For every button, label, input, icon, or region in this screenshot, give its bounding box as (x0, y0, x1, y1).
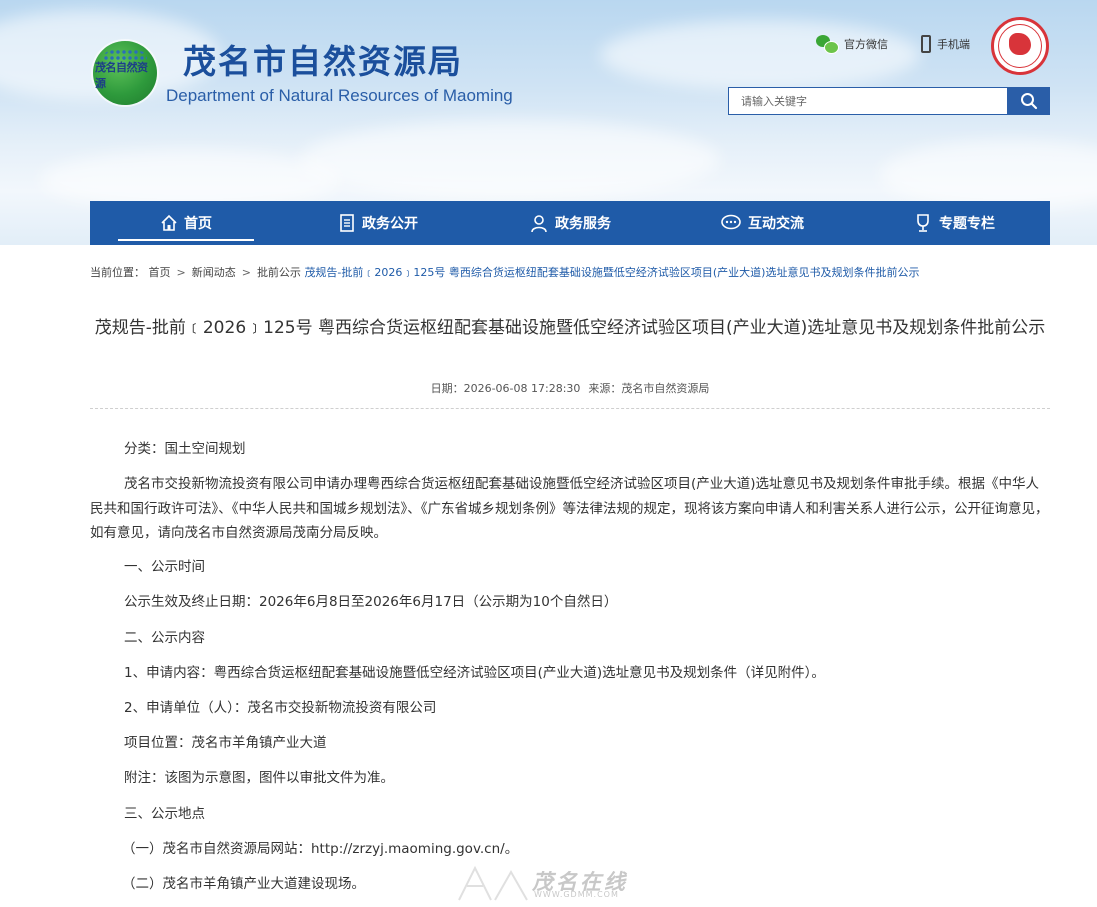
wechat-link[interactable]: 官方微信 (816, 35, 888, 54)
service-person-icon (529, 213, 549, 233)
nav-gov-affairs[interactable]: 政务公开 (282, 201, 474, 245)
nav-label: 政务公开 (362, 216, 418, 232)
site-logo[interactable]: 茂名自然资源 (93, 41, 157, 105)
city-emblem (991, 17, 1049, 75)
article-paragraph: 公示生效及终止日期：2026年6月8日至2026年6月17日（公示期为10个自然… (124, 594, 618, 610)
section-heading: 一、公示时间 (124, 559, 205, 575)
article-paragraph: 项目位置：茂名市羊角镇产业大道 (124, 735, 327, 751)
nav-gov-service[interactable]: 政务服务 (474, 201, 666, 245)
breadcrumb-current[interactable]: 茂规告-批前﹝2026﹞125号 粤西综合货运枢纽配套基础设施暨低空经济试验区项… (304, 266, 919, 279)
site-subtitle: Department of Natural Resources of Maomi… (166, 86, 513, 105)
nav-home[interactable]: 首页 (90, 201, 282, 245)
trophy-icon (913, 213, 933, 233)
article-paragraph: 2、申请单位（人）：茂名市交投新物流投资有限公司 (124, 700, 437, 716)
mobile-link[interactable]: 手机端 (921, 35, 970, 53)
breadcrumb-separator: > (241, 266, 251, 279)
wechat-label: 官方微信 (844, 38, 888, 51)
watermark-url: WWW.GDMM.COM (534, 890, 619, 899)
breadcrumb-prepublic[interactable]: 批前公示 (257, 266, 301, 279)
article-date: 日期：2026-06-08 17:28:30 (430, 382, 581, 395)
home-icon (160, 214, 178, 232)
nav-special-topics[interactable]: 专题专栏 (858, 201, 1050, 245)
breadcrumb: 当前位置： 首页 > 新闻动态 > 批前公示 茂规告-批前﹝2026﹞125号 粤西综合… (90, 264, 919, 280)
chat-bubble-icon (720, 214, 742, 232)
nav-label: 首页 (184, 216, 212, 232)
article-paragraph: 附注：该图为示意图，图件以审批文件为准。 (124, 770, 394, 786)
article-intro: 茂名市交投新物流投资有限公司申请办理粤西综合货运枢纽配套基础设施暨低空经济试验区… (90, 476, 1049, 541)
nav-label: 政务服务 (555, 216, 611, 232)
nav-label: 互动交流 (748, 216, 804, 232)
logo-text: 茂名自然资源 (95, 61, 148, 90)
article-paragraph: 1、申请内容：粤西综合货运枢纽配套基础设施暨低空经济试验区项目(产业大道)选址意… (124, 665, 825, 681)
article-title: 茂规告-批前﹝2026﹞125号 粤西综合货运枢纽配套基础设施暨低空经济试验区项… (94, 318, 1046, 338)
section-heading: 三、公示地点 (124, 806, 205, 822)
article-source: 来源：茂名市自然资源局 (588, 382, 710, 395)
article-meta: 日期：2026-06-08 17:28:30 来源：茂名市自然资源局 (90, 380, 1050, 396)
breadcrumb-separator: > (176, 266, 186, 279)
nav-label: 专题专栏 (939, 216, 995, 232)
site-title: 茂名市自然资源局 (183, 42, 463, 81)
phone-icon (921, 35, 931, 53)
breadcrumb-prefix: 当前位置： (90, 266, 145, 279)
search-button[interactable] (1007, 87, 1050, 115)
search-input[interactable] (728, 87, 1008, 115)
mobile-label: 手机端 (937, 38, 970, 51)
search-icon (1020, 93, 1037, 110)
breadcrumb-home[interactable]: 首页 (149, 266, 171, 279)
title-divider (90, 408, 1050, 409)
article-category: 分类：国土空间规划 (124, 441, 246, 457)
section-heading: 二、公示内容 (124, 630, 205, 646)
main-nav: 首页 政务公开 政务服务 互动交流 专题专栏 (90, 201, 1050, 245)
article-paragraph: （一）茂名市自然资源局网站：http://zrzyj.maoming.gov.c… (122, 841, 519, 857)
breadcrumb-news[interactable]: 新闻动态 (192, 266, 236, 279)
wechat-icon (816, 35, 839, 54)
nav-interaction[interactable]: 互动交流 (666, 201, 858, 245)
document-icon (338, 213, 356, 233)
